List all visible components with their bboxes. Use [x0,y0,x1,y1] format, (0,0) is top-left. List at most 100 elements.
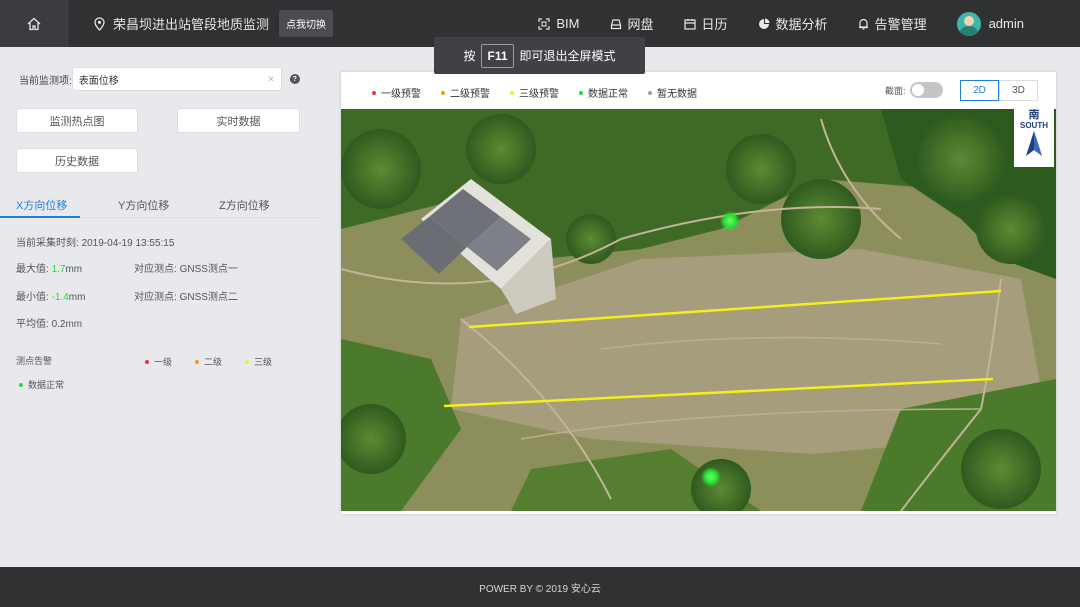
avg-label: 平均值: [16,319,49,330]
avg-value: 0.2mm [51,319,83,330]
legend-dot [648,90,652,95]
project-name: 荣昌坝进出站管段地质监测 [113,17,270,32]
min-value: -1.4 [51,292,69,303]
min-point-value: GNSS测点二 [179,292,238,303]
gnss-point-marker [720,211,740,231]
nav-alarm-label: 告警管理 [874,17,927,32]
footer: POWER BY © 2019 安心云 [0,567,1080,607]
view-2d-button[interactable]: 2D [960,80,999,101]
alarm-label: 测点告警 [16,356,53,366]
home-button[interactable] [0,0,68,47]
home-icon [27,17,40,30]
level-3-label: 三级 [254,357,273,367]
legend-label: 暂无数据 [657,89,697,100]
legend-normal: 数据正常 [579,85,628,100]
max-unit: mm [65,264,83,275]
level-3-dot [245,359,249,364]
section-label: 截面: [885,85,906,96]
nav-bim[interactable]: BIM [538,16,580,31]
collect-time-label: 当前采集时刻: [16,238,79,249]
tab-y-displacement[interactable]: Y方向位移 [118,197,169,213]
max-label: 最大值: [16,264,49,275]
hint-key: F11 [481,43,514,68]
bim-icon [538,17,550,30]
legend-dot [441,90,445,95]
nav-alarm[interactable]: 告警管理 [858,14,927,33]
legend-level-1: 一级预警 [372,85,421,100]
map-card: 一级预警 二级预警 三级预警 数据正常 暂无数据 截面: 2D 3D 南 SOU… [341,72,1056,514]
aerial-map[interactable]: 南 SOUTH [341,109,1056,511]
footer-text: POWER BY © 2019 安心云 [479,583,601,595]
alarm-level-3: 三级 [245,355,272,368]
history-data-button[interactable]: 历史数据 [16,148,138,173]
normal-dot [19,382,23,387]
compass-en-label: SOUTH [1020,121,1048,130]
direction-tabs: X方向位移 Y方向位移 Z方向位移 [0,193,318,218]
legend-level-2: 二级预警 [441,85,490,100]
legend-label: 二级预警 [450,89,490,100]
max-point-label: 对应测点: [134,264,177,275]
location-pin-icon [94,16,105,31]
alarm-level-2: 二级 [195,355,222,368]
bell-icon [858,18,869,30]
min-point-label: 对应测点: [134,292,177,303]
view-mode-switch: 2D 3D [960,80,1038,101]
section-toggle-row: 截面: [885,82,943,98]
map-legend: 一级预警 二级预警 三级预警 数据正常 暂无数据 [372,85,717,100]
switch-project-button[interactable]: 点我切换 [279,10,334,37]
legend-dot [372,90,376,95]
username: admin [988,16,1024,31]
min-point-row: 对应测点: GNSS测点二 [134,288,238,303]
level-1-dot [145,359,149,364]
min-label: 最小值: [16,292,49,303]
min-unit: mm [68,292,86,303]
compass: 南 SOUTH [1014,109,1054,167]
compass-cn-label: 南 [1028,109,1040,121]
monitor-item-label: 当前监测项: [19,75,72,87]
clear-icon[interactable]: ✕ [267,74,275,85]
aerial-map-image [341,109,1056,511]
legend-level-3: 三级预警 [510,85,559,100]
max-value: 1.7 [51,264,66,275]
tab-x-displacement[interactable]: X方向位移 [16,197,67,213]
level-2-label: 二级 [204,357,223,367]
avatar [956,11,981,36]
alarm-level-1: 一级 [145,355,172,368]
fullscreen-hint: 按 F11 即可退出全屏模式 [434,37,645,74]
monitor-item-value: 表面位移 [78,75,119,87]
nav-calendar-label: 日历 [701,17,728,32]
legend-label: 三级预警 [519,89,559,100]
help-icon[interactable]: ? [289,74,300,84]
nav-drive[interactable]: 网盘 [610,14,654,33]
heatmap-button[interactable]: 监测热点图 [16,108,138,133]
legend-no-data: 暂无数据 [648,85,697,100]
user-menu[interactable]: admin [956,11,1024,36]
nav-drive-label: 网盘 [627,17,654,32]
max-value-row: 最大值: 1.7mm [16,260,82,275]
hint-before: 按 [463,49,476,63]
nav-bim-label: BIM [556,16,580,31]
hint-after: 即可退出全屏模式 [519,49,616,63]
calendar-icon [683,18,696,30]
view-3d-button[interactable]: 3D [999,80,1038,101]
tab-active-indicator [0,216,80,218]
max-point-row: 对应测点: GNSS测点一 [134,260,238,275]
level-2-dot [195,359,199,364]
section-toggle[interactable] [909,82,943,98]
nav-analysis-label: 数据分析 [775,17,828,32]
nav-calendar[interactable]: 日历 [683,14,728,33]
tab-z-displacement[interactable]: Z方向位移 [219,197,270,213]
legend-label: 一级预警 [381,89,421,100]
collect-time-value: 2019-04-19 13:55:15 [81,238,175,249]
realtime-data-button[interactable]: 实时数据 [177,108,300,133]
north-arrow-icon [1026,131,1042,156]
monitor-item-select[interactable]: 表面位移 ✕ [71,67,282,91]
level-1-label: 一级 [154,357,173,367]
gnss-point-marker [701,467,721,487]
min-value-row: 最小值: -1.4mm [16,288,85,303]
nav-analysis[interactable]: 数据分析 [758,14,828,33]
monitor-item-row: 当前监测项: 表面位移 ✕ ? [19,67,300,91]
pie-chart-icon [758,18,770,30]
collect-time-row: 当前采集时刻: 2019-04-19 13:55:15 [16,234,174,249]
left-panel: 当前监测项: 表面位移 ✕ ? 监测热点图 实时数据 历史数据 X方向位移 Y方… [0,47,325,567]
